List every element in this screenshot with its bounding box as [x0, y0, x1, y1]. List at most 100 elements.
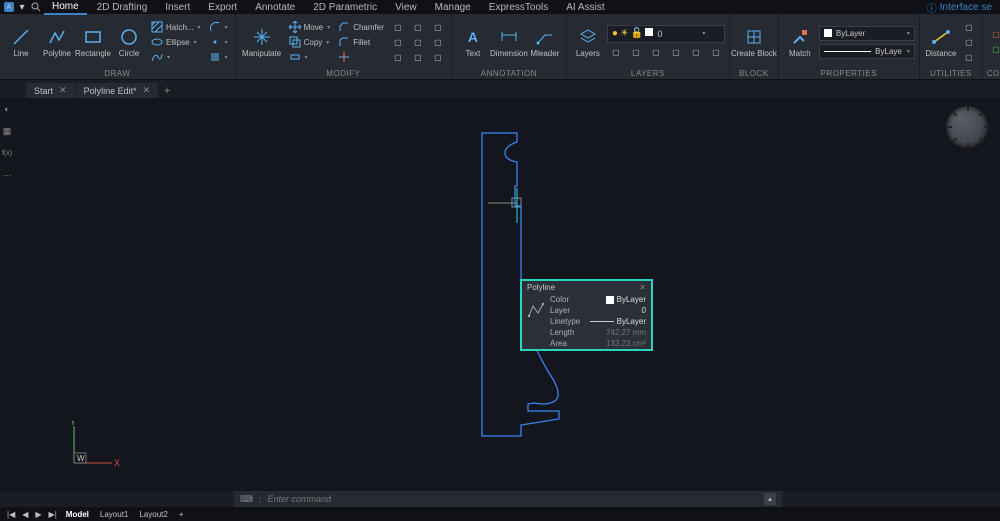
break-icon: ▢: [432, 36, 444, 48]
layer-tool-5[interactable]: ▢: [687, 46, 705, 60]
status-bar: |◀ ◀ ▶ ▶| Model Layout1 Layout2 +: [0, 507, 1000, 521]
distance-icon: [931, 27, 951, 47]
drawing-canvas[interactable]: ◐ ▦ f(x) ⋯ Polyline ✕ ColorByLayer Layer…: [0, 98, 1000, 491]
app-icon[interactable]: A: [4, 2, 14, 12]
draw-ext-2[interactable]: ▾: [206, 35, 231, 49]
modify-grid-5[interactable]: ▢: [409, 35, 427, 49]
menu-annotate[interactable]: Annotate: [247, 1, 303, 14]
copy-button[interactable]: Copy▾: [286, 35, 334, 49]
util-2[interactable]: ▢: [960, 35, 978, 49]
draw-ext-1[interactable]: ▾: [206, 20, 231, 34]
layer-tool-1[interactable]: ▢: [607, 46, 625, 60]
menu-expresstools[interactable]: ExpressTools: [481, 1, 556, 14]
sun-icon: ☀: [620, 28, 629, 39]
layers-button[interactable]: Layers: [571, 25, 605, 60]
interface-settings-link[interactable]: Interface se: [940, 2, 996, 13]
modify-grid-7[interactable]: ▢: [429, 20, 447, 34]
ribbon: Line Polyline Rectangle Circle Hatch...▾…: [0, 14, 1000, 80]
circle-button[interactable]: Circle: [112, 25, 146, 60]
nav-prev[interactable]: ◀: [19, 508, 31, 520]
search-icon[interactable]: [30, 1, 42, 13]
layout-tab-1[interactable]: Layout1: [95, 510, 133, 519]
command-input[interactable]: [268, 494, 758, 504]
mleader-button[interactable]: Mleader: [528, 25, 562, 60]
modify-grid-9[interactable]: ▢: [429, 50, 447, 64]
distance-button[interactable]: Distance: [924, 25, 958, 60]
menu-2d-drafting[interactable]: 2D Drafting: [89, 1, 156, 14]
layer-tool-2[interactable]: ▢: [627, 46, 645, 60]
cmd-history-button[interactable]: ▴: [764, 493, 776, 505]
menu-ai-assist[interactable]: AI Assist: [558, 1, 612, 14]
group-label-block: BLOCK: [734, 68, 774, 79]
modify-grid-2[interactable]: ▢: [389, 35, 407, 49]
ucs-x-label: X: [114, 458, 120, 468]
block-icon: [744, 27, 764, 47]
add-tab-button[interactable]: +: [159, 84, 175, 98]
match-button[interactable]: Match: [783, 25, 817, 60]
layer-tool-3[interactable]: ▢: [647, 46, 665, 60]
rectangle-button[interactable]: Rectangle: [76, 25, 110, 60]
modify-grid-8[interactable]: ▢: [429, 35, 447, 49]
menu-manage[interactable]: Manage: [427, 1, 479, 14]
tab-polyline-edit[interactable]: Polyline Edit*✕: [76, 83, 159, 98]
nav-first[interactable]: |◀: [4, 508, 18, 520]
polyline-button[interactable]: Polyline: [40, 25, 74, 60]
ctrl-2[interactable]: ▢: [987, 43, 1000, 57]
tt-color-value: ByLayer: [606, 295, 646, 304]
nav-last[interactable]: ▶|: [46, 508, 60, 520]
ellipse-button[interactable]: Ellipse▾: [148, 35, 204, 49]
modify-grid-6[interactable]: ▢: [409, 50, 427, 64]
menu-2d-parametric[interactable]: 2D Parametric: [305, 1, 385, 14]
tab-start[interactable]: Start✕: [26, 83, 75, 98]
layout-tab-model[interactable]: Model: [61, 510, 94, 519]
draw-more-button[interactable]: ▾: [148, 50, 204, 64]
linetype-selector[interactable]: ByLaye▾: [819, 44, 915, 59]
tooltip-title: Polyline: [527, 283, 555, 292]
ucs-icon: Y X W: [62, 421, 122, 479]
measure-icon: ▢: [963, 21, 975, 33]
text-button[interactable]: AText: [456, 25, 490, 60]
manipulate-button[interactable]: Manipulate: [240, 25, 284, 60]
nav-next[interactable]: ▶: [32, 508, 44, 520]
ctrl-1[interactable]: ▢: [987, 28, 1000, 42]
create-block-button[interactable]: Create Block: [734, 25, 774, 60]
close-icon[interactable]: ✕: [59, 85, 67, 96]
cmd-prompt: :: [259, 494, 262, 504]
tt-length-label: Length: [550, 328, 574, 337]
layer-selector[interactable]: ● ☀ 🔓 0 ▾: [607, 25, 725, 43]
color-selector[interactable]: ByLayer▾: [819, 26, 915, 41]
info-icon[interactable]: ⓘ: [926, 1, 938, 13]
view-cube[interactable]: [946, 106, 988, 148]
command-line[interactable]: ⌨ : ▴: [234, 491, 782, 507]
copy-icon: [289, 36, 301, 48]
modify-grid-1[interactable]: ▢: [389, 20, 407, 34]
spline-icon: [151, 51, 163, 63]
draw-ext-3[interactable]: ▾: [206, 50, 231, 64]
dimension-button[interactable]: Dimension: [492, 25, 526, 60]
layer-tool-4[interactable]: ▢: [667, 46, 685, 60]
menu-export[interactable]: Export: [200, 1, 245, 14]
modify-grid-4[interactable]: ▢: [409, 20, 427, 34]
layout-tab-2[interactable]: Layout2: [134, 510, 172, 519]
util-1[interactable]: ▢: [960, 20, 978, 34]
close-icon[interactable]: ✕: [639, 283, 646, 292]
menu-view[interactable]: View: [387, 1, 425, 14]
fillet-button[interactable]: Fillet: [335, 35, 387, 49]
line-button[interactable]: Line: [4, 25, 38, 60]
chamfer-button[interactable]: Chamfer: [335, 20, 387, 34]
menu-home[interactable]: Home: [44, 0, 87, 15]
menu-insert[interactable]: Insert: [157, 1, 198, 14]
hatch-button[interactable]: Hatch...▾: [148, 20, 204, 34]
dropdown-icon[interactable]: ▾: [16, 1, 28, 13]
close-icon[interactable]: ✕: [143, 85, 151, 96]
trim-icon: [338, 51, 350, 63]
modify-ext-2[interactable]: [335, 50, 387, 64]
offset-icon: ▢: [392, 51, 404, 63]
layer-tool-6[interactable]: ▢: [707, 46, 725, 60]
util-3[interactable]: ▢: [960, 50, 978, 64]
tt-color-label: Color: [550, 295, 569, 304]
move-button[interactable]: Move▾: [286, 20, 334, 34]
modify-grid-3[interactable]: ▢: [389, 50, 407, 64]
modify-ext-1[interactable]: ▾: [286, 50, 334, 64]
add-layout-button[interactable]: +: [174, 510, 189, 519]
